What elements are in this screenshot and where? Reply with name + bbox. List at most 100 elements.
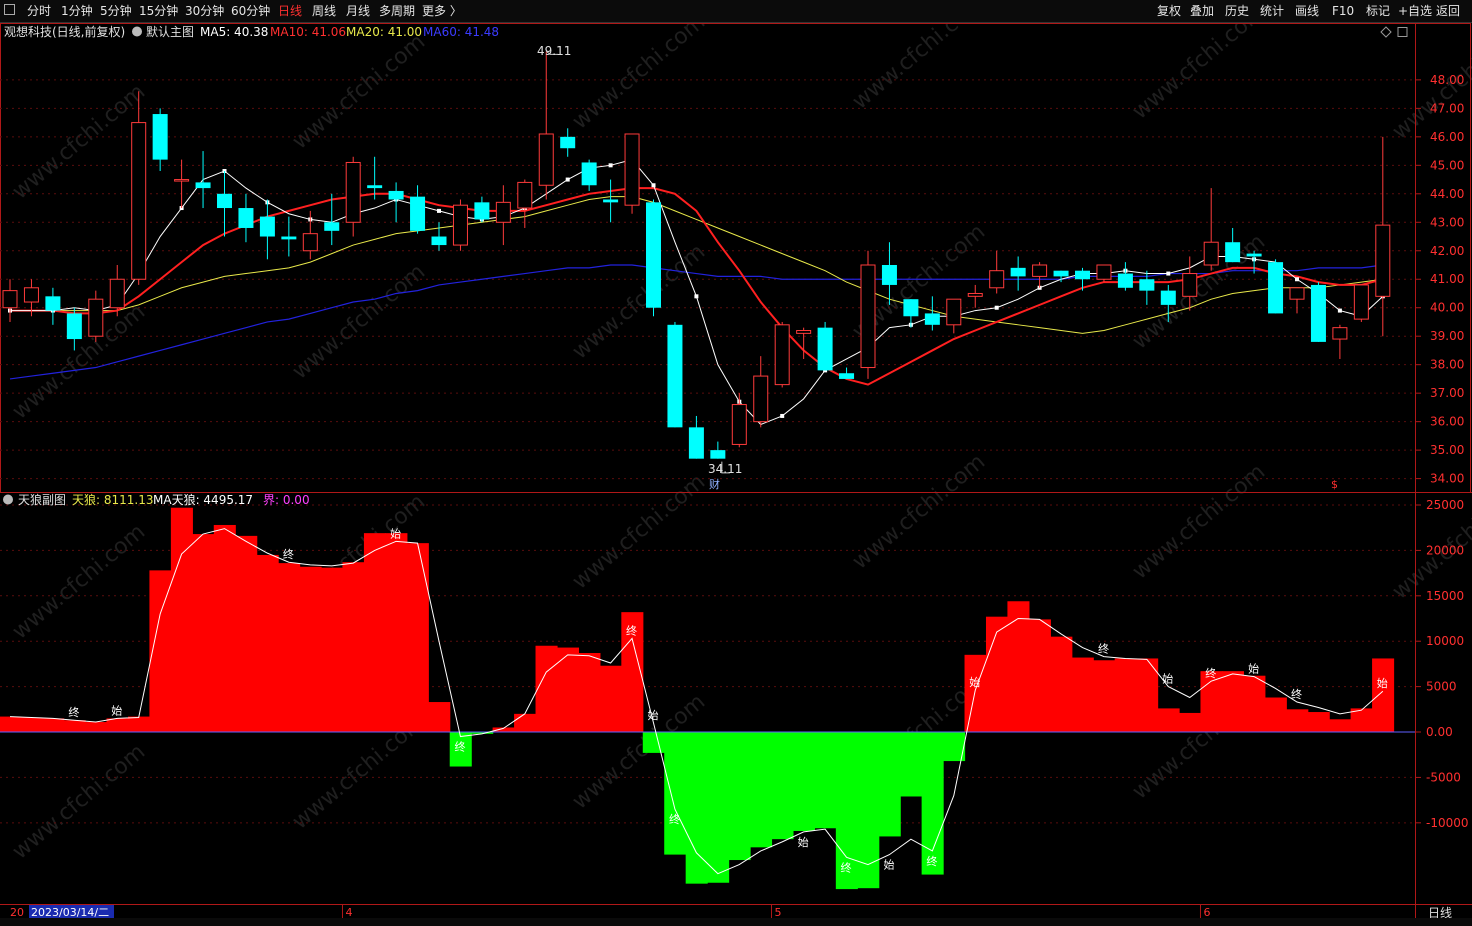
price-tick-label: 43.00: [1430, 215, 1464, 229]
candle-body: [1225, 242, 1241, 263]
tianlang-bar: [278, 563, 301, 733]
ma5-point: [694, 294, 699, 299]
price-tick-label: 34.00: [1430, 472, 1464, 486]
bottom-scroll-strip[interactable]: [0, 918, 1472, 926]
sub-tick-label: 15000: [1426, 589, 1464, 603]
start-end-label: 始: [969, 675, 980, 689]
tianlang-bar: [514, 713, 537, 733]
tianlang-bar: [728, 732, 751, 861]
tianlang-bar: [85, 722, 108, 733]
start-end-label: 终: [841, 860, 852, 874]
tianlang-bar: [1243, 675, 1266, 733]
tianlang-bar: [385, 533, 408, 733]
candle-body: [581, 162, 597, 186]
indicator-settings-icon[interactable]: [132, 26, 142, 37]
time-axis: 4 5 6: [341, 904, 1210, 918]
tab-multi-period[interactable]: 多周期: [379, 3, 415, 19]
candle: [581, 159, 597, 191]
tab-timeshare[interactable]: 分时: [27, 3, 51, 19]
svg-text:49.11: 49.11: [537, 44, 571, 58]
candle: [688, 415, 704, 459]
candle-body: [1182, 273, 1198, 297]
sub-value-axis: 25000 20000 15000 10000 5000 0.00 -5000 -10000: [1415, 498, 1469, 830]
statistics-button[interactable]: 统计: [1260, 3, 1284, 19]
candle-body: [710, 450, 726, 459]
draw-line-button[interactable]: 画线: [1295, 3, 1319, 19]
history-button[interactable]: 历史: [1225, 3, 1249, 19]
tianlang-bar: [814, 732, 837, 829]
overlay-button[interactable]: 叠加: [1190, 3, 1214, 19]
month-tick-label: 4: [345, 906, 352, 918]
candle-body: [388, 190, 404, 200]
f10-button[interactable]: F10: [1332, 3, 1354, 19]
tab-monthly[interactable]: 月线: [346, 3, 370, 19]
candle-body: [23, 287, 39, 303]
back-button[interactable]: 返回: [1436, 3, 1460, 19]
mark-button[interactable]: 标记: [1366, 3, 1390, 19]
tab-daily[interactable]: 日线: [278, 3, 302, 19]
candle-body: [753, 375, 769, 423]
tab-more[interactable]: 更多 〉: [422, 3, 462, 19]
tab-30min[interactable]: 30分钟: [185, 3, 224, 19]
tab-5min[interactable]: 5分钟: [100, 3, 132, 19]
candle-body: [1139, 279, 1155, 291]
tab-60min[interactable]: 60分钟: [231, 3, 270, 19]
watermark-text: www.cfchi.com: [848, 23, 990, 115]
dollar-marker[interactable]: $: [1331, 478, 1338, 491]
tianlang-bar: [20, 717, 43, 733]
candle: [538, 51, 554, 200]
candle: [946, 298, 962, 334]
tianlang-bar: [599, 665, 622, 733]
candle-body: [1310, 284, 1326, 342]
candle: [517, 179, 533, 228]
finance-marker[interactable]: 财: [709, 477, 720, 491]
start-end-label: 始: [798, 835, 809, 849]
sub-indicator-name[interactable]: 天狼副图: [18, 492, 66, 507]
candle-body: [88, 298, 104, 337]
candle-body: [1375, 224, 1391, 297]
candle: [1053, 270, 1069, 283]
candle-body: [839, 373, 855, 379]
start-end-label: 始: [1377, 676, 1388, 690]
candle: [1332, 324, 1348, 359]
start-end-label: 终: [283, 547, 294, 561]
price-tick-label: 36.00: [1430, 415, 1464, 429]
stock-title: 观想科技(日线,前复权): [4, 24, 125, 39]
start-end-label: 始: [648, 708, 659, 722]
main-price-axis: 34.00 35.00 36.00 37.00 38.00 39.00 40.00 41.00…: [1415, 73, 1464, 486]
candle-body: [174, 179, 190, 182]
restore-rights-button[interactable]: 复权: [1157, 3, 1181, 19]
candle: [410, 185, 426, 234]
watermark-text: www.cfchi.com: [8, 79, 150, 204]
tab-1min[interactable]: 1分钟: [61, 3, 93, 19]
tab-15min[interactable]: 15分钟: [139, 3, 178, 19]
ma5-point: [437, 208, 441, 213]
candle-body: [881, 265, 897, 285]
candle: [238, 193, 254, 243]
candle-body: [217, 193, 232, 209]
diamond-icon[interactable]: [1380, 26, 1392, 38]
candle-body: [860, 264, 876, 369]
candle: [731, 393, 747, 448]
sub-indicator-settings-icon[interactable]: [3, 494, 13, 505]
candle-body: [367, 185, 383, 189]
watermark-text: www.cfchi.com: [288, 259, 430, 384]
watermark-text: www.cfchi.com: [8, 739, 150, 864]
tianlang-bar: [1264, 697, 1287, 733]
grid-menu-icon[interactable]: [4, 3, 15, 19]
start-end-label: 始: [111, 703, 122, 717]
tianlang-bar: [106, 718, 129, 733]
square-icon[interactable]: [1397, 27, 1408, 37]
add-watchlist-button[interactable]: +自选: [1398, 3, 1432, 19]
main-indicator-name[interactable]: 默认主图: [146, 24, 194, 39]
tab-weekly[interactable]: 周线: [312, 3, 336, 19]
candle-body: [517, 181, 533, 209]
candle-body: [560, 136, 576, 149]
tianlang-bar: [1372, 658, 1395, 733]
period-label[interactable]: 日线: [1428, 906, 1452, 918]
tianlang-bar: [1286, 709, 1309, 733]
candle: [903, 299, 919, 328]
candle-body: [324, 222, 340, 231]
tianlang-bar: [192, 534, 215, 733]
candle-body: [731, 404, 747, 445]
